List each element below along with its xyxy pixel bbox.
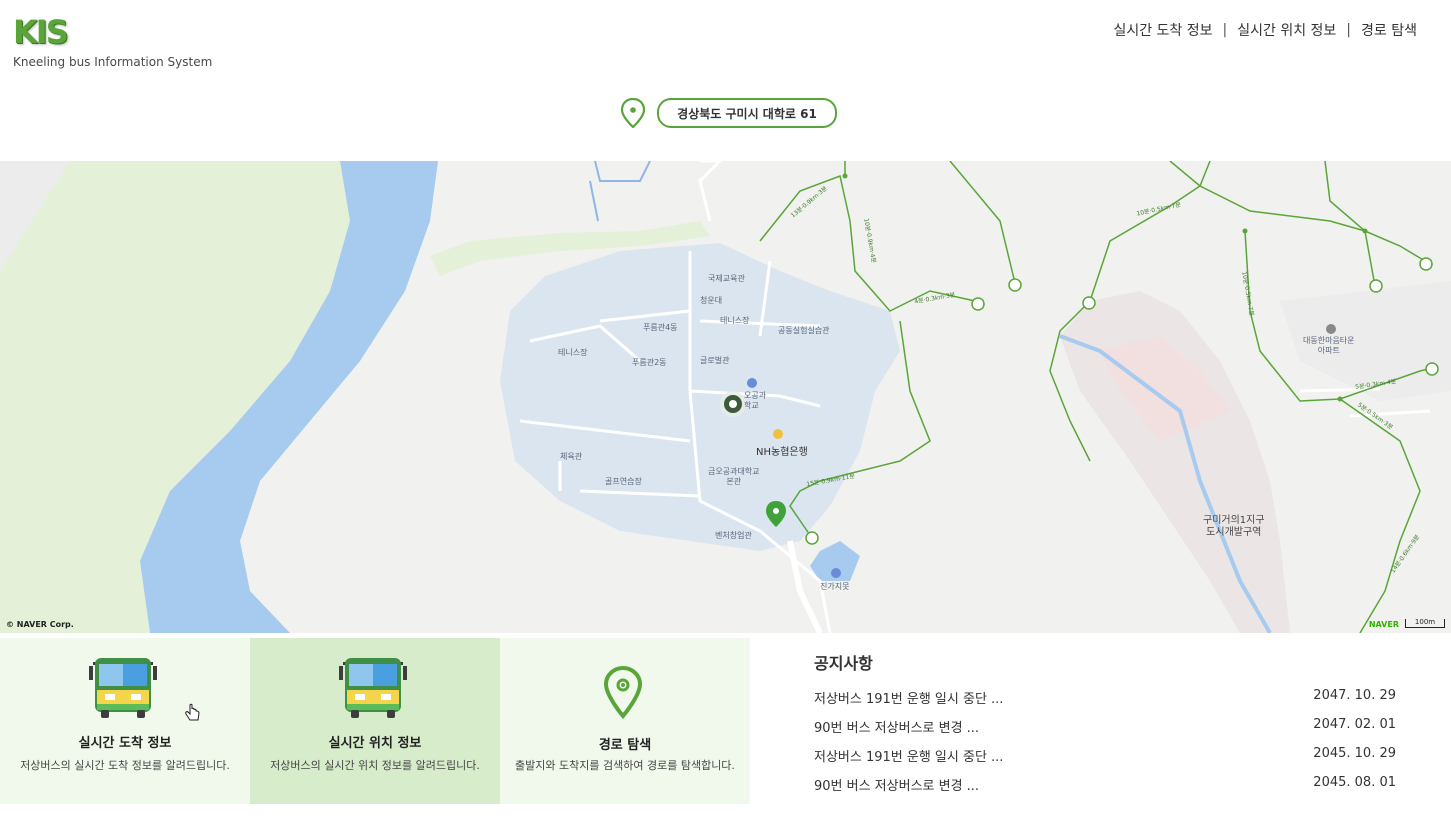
logo-text: KIS bbox=[13, 13, 69, 51]
card-title: 실시간 위치 정보 bbox=[328, 736, 422, 751]
hand-cursor-icon bbox=[185, 703, 200, 721]
card-title: 실시간 도착 정보 bbox=[78, 736, 172, 751]
notice-item-text: 저상버스 191번 운행 일시 중단 ... bbox=[814, 750, 1004, 765]
map-label: 대동한마음타운 아파트 bbox=[1303, 336, 1355, 355]
nav-separator: | bbox=[1346, 22, 1352, 38]
notice-item[interactable]: 저상버스 191번 운행 일시 중단 ... 2045. 10. 29 bbox=[814, 746, 1396, 775]
notice-item[interactable]: 90번 버스 저상버스로 변경 ... 2047. 02. 01 bbox=[814, 717, 1396, 746]
map-label: 푸름관4동 bbox=[643, 323, 678, 332]
card-realtime-arrival[interactable]: 실시간 도착 정보 저상버스의 실시간 도착 정보를 알려드립니다. bbox=[0, 638, 250, 804]
map-label: 테니스장 bbox=[558, 348, 588, 357]
map-label: 푸름관2동 bbox=[632, 358, 667, 367]
map-label: 글로벌관 bbox=[700, 356, 730, 365]
nav-realtime-location[interactable]: 실시간 위치 정보 bbox=[1237, 20, 1336, 40]
notice-item-date: 2045. 10. 29 bbox=[1313, 746, 1396, 761]
location-pin-icon bbox=[620, 98, 646, 128]
map-label-bank: NH농협은행 bbox=[756, 447, 808, 458]
card-route-search[interactable]: 경로 탐색 출발지와 도착지를 검색하여 경로를 탐색합니다. bbox=[500, 638, 750, 804]
map-label: 공동실험실습관 bbox=[778, 326, 830, 335]
feature-cards: 실시간 도착 정보 저상버스의 실시간 도착 정보를 알려드립니다. 실시간 위… bbox=[0, 638, 750, 804]
map-label: 청운대 bbox=[700, 296, 723, 305]
notice-item[interactable]: 저상버스 191번 운행 일시 중단 ... 2047. 10. 29 bbox=[814, 688, 1396, 717]
notice-title: 공지사항 bbox=[814, 654, 873, 673]
bus-icon bbox=[339, 658, 407, 718]
map[interactable]: 국제교육관 청운대 테니스장 푸름관4동 테니스장 푸름관2동 글로벌관 공동실… bbox=[0, 161, 1451, 633]
notice-item-text: 90번 버스 저상버스로 변경 ... bbox=[814, 779, 980, 794]
map-label: 진가지못 bbox=[820, 582, 850, 591]
map-label: 금오공과대학교 본관 bbox=[708, 467, 760, 486]
card-description: 저상버스의 실시간 도착 정보를 알려드립니다. bbox=[20, 759, 230, 772]
nav-separator: | bbox=[1222, 22, 1228, 38]
current-location: 경상북도 구미시 대학로 61 bbox=[620, 98, 837, 128]
map-scale-bar: 100m bbox=[1405, 619, 1445, 628]
address-pill[interactable]: 경상북도 구미시 대학로 61 bbox=[657, 98, 837, 128]
naver-logo: NAVER bbox=[1368, 620, 1399, 629]
logo[interactable]: KIS Kneeling bus Information System bbox=[13, 14, 212, 69]
card-title: 경로 탐색 bbox=[598, 738, 652, 753]
card-description: 출발지와 도착지를 검색하여 경로를 탐색합니다. bbox=[515, 759, 735, 772]
map-label: 테니스장 bbox=[720, 316, 750, 325]
notice-item-text: 저상버스 191번 운행 일시 중단 ... bbox=[814, 692, 1004, 707]
nav-realtime-arrival[interactable]: 실시간 도착 정보 bbox=[1113, 20, 1212, 40]
card-description: 저상버스의 실시간 위치 정보를 알려드립니다. bbox=[270, 759, 480, 772]
bus-icon bbox=[89, 658, 157, 718]
notice-board: 공지사항 저상버스 191번 운행 일시 중단 ... 2047. 10. 29… bbox=[814, 650, 1396, 804]
map-label: 골프연습장 bbox=[605, 477, 642, 486]
location-pin-icon bbox=[603, 665, 643, 720]
map-label: 체육관 bbox=[560, 452, 583, 461]
notice-item[interactable]: 90번 버스 저상버스로 변경 ... 2045. 08. 01 bbox=[814, 775, 1396, 804]
notice-item-date: 2047. 10. 29 bbox=[1313, 688, 1396, 703]
card-realtime-location[interactable]: 실시간 위치 정보 저상버스의 실시간 위치 정보를 알려드립니다. bbox=[250, 638, 500, 804]
notice-item-date: 2045. 08. 01 bbox=[1313, 775, 1396, 790]
map-label: 벤처창업관 bbox=[715, 531, 752, 540]
notice-item-date: 2047. 02. 01 bbox=[1313, 717, 1396, 732]
logo-subtitle: Kneeling bus Information System bbox=[13, 55, 213, 69]
notice-item-text: 90번 버스 저상버스로 변경 ... bbox=[814, 721, 980, 736]
map-label: 구미거의1지구 도시개발구역 bbox=[1203, 515, 1265, 538]
top-nav: 실시간 도착 정보 | 실시간 위치 정보 | 경로 탐색 bbox=[1113, 20, 1417, 40]
map-copyright: © NAVER Corp. bbox=[6, 620, 74, 629]
map-label: 오공과 학교 bbox=[744, 391, 767, 410]
map-canvas bbox=[0, 161, 1451, 633]
nav-route-search[interactable]: 경로 탐색 bbox=[1361, 20, 1417, 40]
map-label: 국제교육관 bbox=[708, 274, 745, 283]
